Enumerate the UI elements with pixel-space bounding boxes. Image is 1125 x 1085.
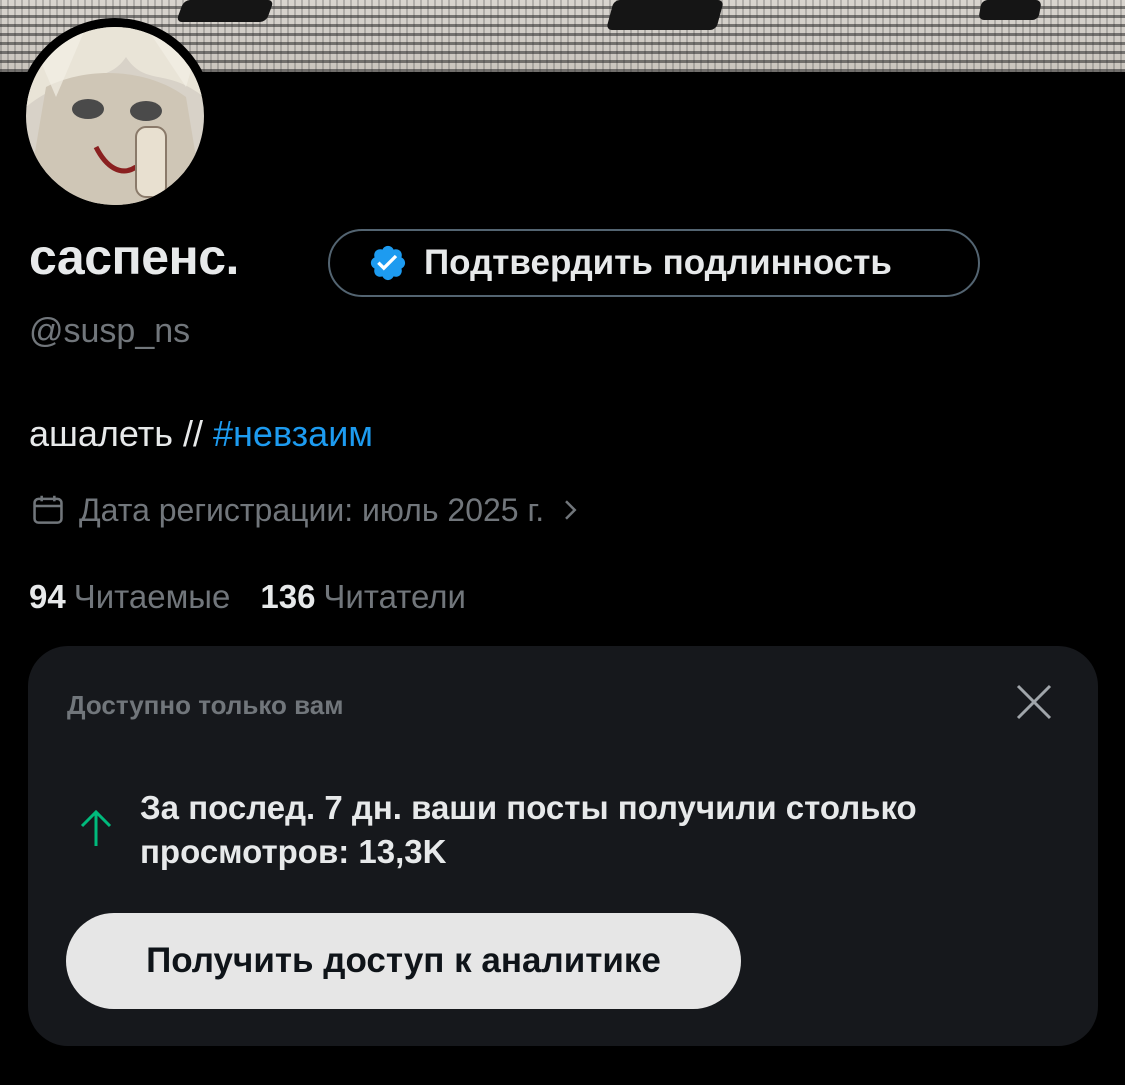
following-count: 94 bbox=[29, 578, 66, 615]
followers-stat[interactable]: 136 Читатели bbox=[260, 578, 466, 616]
joined-date-row[interactable]: Дата регистрации: июль 2025 г. bbox=[29, 491, 582, 529]
name-row: саспенс. bbox=[29, 228, 239, 286]
following-stat[interactable]: 94 Читаемые bbox=[29, 578, 230, 616]
followers-label: Читатели bbox=[323, 578, 466, 615]
follow-stats: 94 Читаемые 136 Читатели bbox=[29, 578, 466, 616]
close-icon[interactable] bbox=[1014, 682, 1054, 722]
verify-button-label: Подтвердить подлинность bbox=[424, 243, 892, 282]
views-summary-text: За послед. 7 дн. ваши посты получили сто… bbox=[140, 789, 917, 870]
joined-date-text: Дата регистрации: июль 2025 г. bbox=[79, 491, 545, 528]
avatar[interactable] bbox=[17, 18, 213, 214]
card-header: Доступно только вам bbox=[67, 690, 344, 720]
verify-authenticity-button[interactable]: Подтвердить подлинность bbox=[328, 229, 980, 297]
chevron-right-icon bbox=[565, 500, 577, 520]
followers-count: 136 bbox=[260, 578, 316, 615]
get-analytics-button[interactable]: Получить доступ к аналитике bbox=[66, 913, 741, 1009]
profile-page: саспенс. Подтвердить подлинность @susp_n… bbox=[0, 0, 1125, 1085]
profile-bio: ашалеть // #невзаим bbox=[29, 413, 373, 455]
display-name: саспенс. bbox=[29, 229, 239, 285]
verified-badge-icon bbox=[370, 245, 406, 281]
arrow-up-icon bbox=[80, 809, 112, 846]
profile-handle: @susp_ns bbox=[29, 312, 191, 350]
analytics-card: Доступно только вам За послед. 7 дн. ваш… bbox=[28, 646, 1098, 1046]
calendar-icon bbox=[33, 495, 63, 524]
bio-hashtag-link[interactable]: #невзаим bbox=[213, 413, 373, 454]
following-label: Читаемые bbox=[73, 578, 231, 615]
bio-text: ашалеть // bbox=[29, 413, 214, 454]
